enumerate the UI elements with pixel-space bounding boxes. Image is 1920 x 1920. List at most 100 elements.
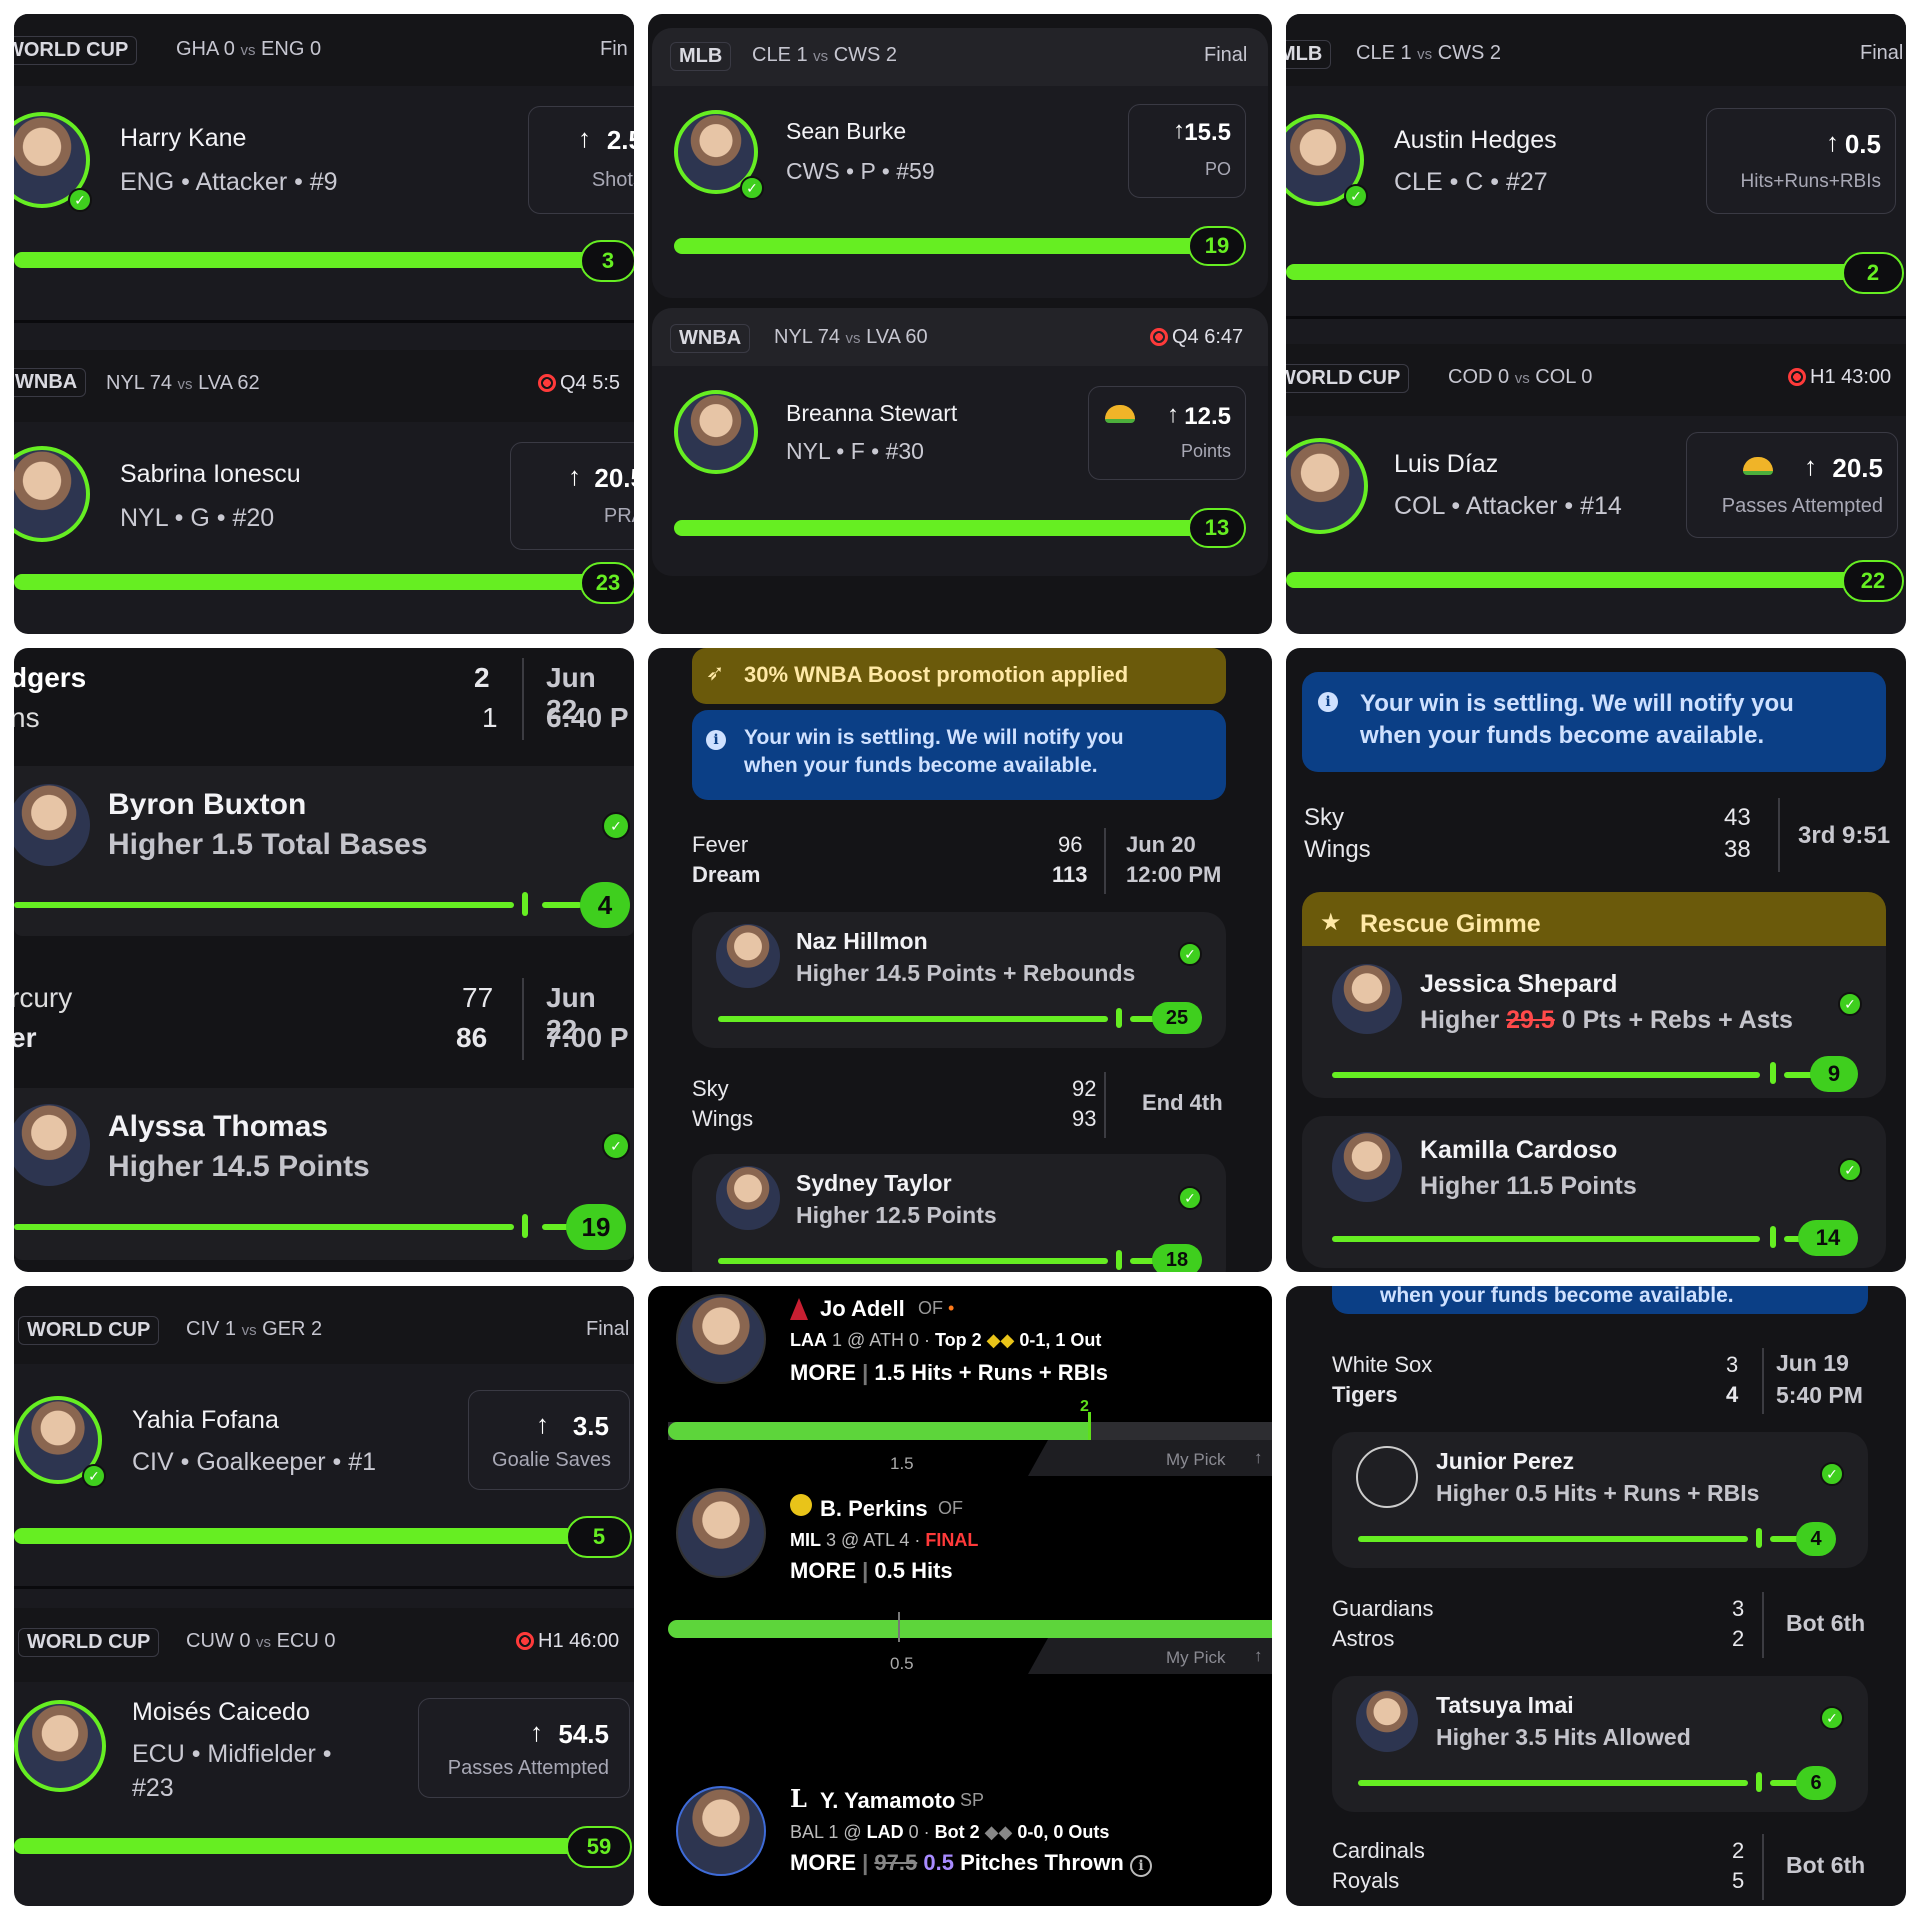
league-label: WORLD CUP [1286,367,1401,389]
team-b: LAD [866,1822,904,1842]
info-icon: i [706,730,726,750]
pick-text: Higher 11.5 Points [1420,1172,1637,1200]
player-name: Sydney Taylor [796,1170,952,1196]
pick-text: Higher 14.5 Points [108,1150,370,1183]
line-box[interactable]: ↑ 2.5 Shots [528,106,634,214]
player-avatar[interactable] [1286,438,1368,534]
line-box[interactable]: ↑ 54.5 Passes Attempted [418,1698,630,1798]
result-pill: 25 [1152,1002,1202,1034]
diamond-icon: ◆◆ [984,1822,1013,1842]
line-value: 2.5 [606,125,634,155]
player-avatar[interactable] [674,390,758,474]
team-1: Guardians [1332,1596,1434,1621]
player-avatar[interactable] [676,1294,766,1384]
check-icon: ✓ [740,176,764,200]
line-label: 0.5 [890,1654,914,1673]
vs-label: vs [1514,370,1530,387]
divider [1762,1834,1764,1900]
player-avatar[interactable] [14,1700,106,1792]
stat-label: Points [1180,441,1231,461]
player-avatar[interactable] [676,1786,766,1876]
player-name[interactable]: Austin Hedges [1394,126,1557,155]
league-label: WORLD CUP [27,1319,151,1341]
check-icon: ✓ [1178,942,1202,966]
up-arrow-icon: ↑ [1173,117,1185,144]
panel-5: ➶ 30% WNBA Boost promotion applied i You… [648,648,1272,1272]
line-box[interactable]: ↑ 3.5 Goalie Saves [468,1390,630,1490]
progress-bar [674,238,1214,254]
vs-label: vs [240,42,256,59]
line-marker [898,1612,900,1642]
player-name[interactable]: Moisés Caicedo [132,1698,310,1727]
stat-label: Passes Attempted [1721,495,1883,517]
settling-text: when your funds become available. [1380,1286,1734,1307]
game-time: 6:40 P [546,702,629,733]
player-avatar[interactable] [676,1488,766,1578]
player-name[interactable]: Harry Kane [120,124,246,153]
player-name[interactable]: Yahia Fofana [132,1406,279,1435]
line-box[interactable]: ↑ 15.5 PO [1128,104,1246,198]
team-1: Cardinals [1332,1838,1425,1863]
divider [14,1586,634,1589]
player-info: CIV • Goalkeeper • #1 [132,1448,377,1476]
up-arrow-icon: ↑ [1254,1646,1263,1665]
player-name[interactable]: Breanna Stewart [786,400,957,427]
player-name: Junior Perez [1436,1448,1575,1474]
line-box[interactable]: ↑ 20.5 Passes Attempted [1686,432,1898,538]
team-a: LAA [790,1330,827,1350]
player-name[interactable]: Sean Burke [786,118,906,145]
league-label: WORLD CUP [27,1631,151,1653]
my-pick-label: My Pick [1166,1450,1226,1469]
progress-bar [668,1620,1272,1638]
game-score: GHA 0 vs ENG 0 [176,38,321,61]
team-b-score: ECU 0 [276,1630,336,1652]
result-pill: 19 [1188,226,1246,266]
player-name[interactable]: Luis Díaz [1394,450,1498,479]
line-tick [1116,1008,1122,1028]
info-icon[interactable]: i [1130,1855,1152,1877]
score-1: 2 [1732,1838,1745,1863]
score-1: 2 [474,662,490,693]
league-label: MLB [1286,43,1323,65]
progress-bar [14,1838,574,1854]
divider [1104,1072,1106,1138]
game-status: Bot 6th [1786,1610,1866,1636]
player-name[interactable]: Jo Adell [820,1296,905,1322]
player-name: Kamilla Cardoso [1420,1136,1618,1164]
result-pill: 6 [1796,1766,1836,1800]
pick-text: Higher 0.5 Hits + Runs + RBIs [1436,1480,1760,1506]
player-avatar[interactable] [14,446,90,542]
pick-text: 0.5 Hits [874,1558,953,1583]
line-box[interactable]: ↑ 0.5 Hits+Runs+RBIs [1706,108,1896,214]
progress-bar [14,1224,514,1230]
line-box[interactable]: ↑ 20.5 PRA [510,442,634,550]
player-name[interactable]: Sabrina Ionescu [120,460,301,489]
my-pick-tab[interactable] [1028,1440,1272,1476]
line-box[interactable]: ↑ 12.5 Points [1088,386,1246,480]
team-2: Astros [1332,1626,1395,1651]
progress-bar [718,1258,1108,1264]
panel-9: when your funds become available. White … [1286,1286,1906,1906]
team-a-score: COD 0 [1448,366,1510,388]
stat-label: PRA [603,505,634,527]
my-pick-tab[interactable] [1028,1638,1272,1674]
pick-direction: MORE [790,1558,856,1583]
result-pill: 14 [1798,1220,1858,1256]
team-2: Dream [692,862,761,887]
team-b-score: LVA 62 [198,372,260,394]
score-1: 92 [1072,1076,1097,1101]
stat-label: PO [1204,159,1231,179]
panel-6: i Your win is settling. We will notify y… [1286,648,1906,1272]
game-score: CLE 1 vs CWS 2 [1356,42,1501,65]
up-arrow-icon: ↑ [1826,127,1839,157]
team-b-score: CWS 2 [833,44,898,66]
team-a-score: CLE 1 [1356,42,1412,64]
game-score: CLE 1 vs CWS 2 [752,44,897,67]
player-name[interactable]: B. Perkins [820,1496,928,1522]
player-name[interactable]: Y. Yamamoto [820,1788,955,1814]
result-pill: 4 [580,882,630,928]
check-icon: ✓ [1344,184,1368,208]
stat-label: Hits+Runs+RBIs [1740,171,1881,192]
result-pill: 3 [580,240,634,282]
line-value: 0.5 [1844,129,1881,159]
